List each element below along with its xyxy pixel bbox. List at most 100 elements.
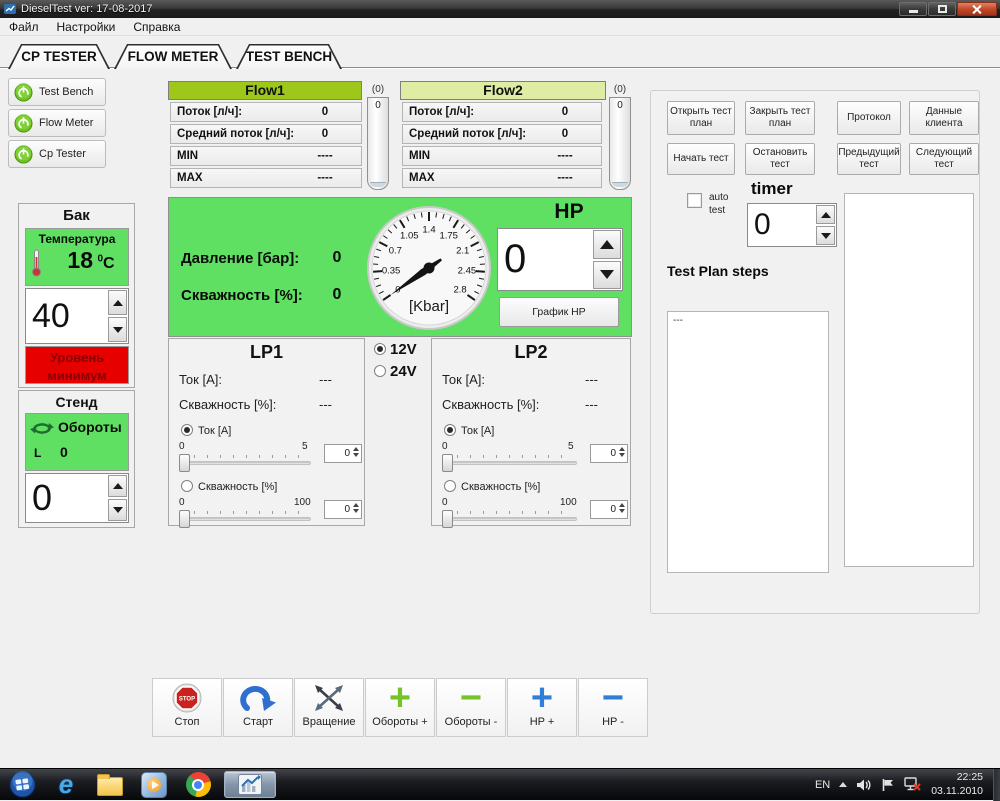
tab-flow-meter[interactable]: FLOW METER <box>114 44 232 69</box>
lp1-current-slider[interactable] <box>179 461 311 465</box>
start-test-button[interactable]: Начать тест <box>667 143 735 175</box>
maximize-button[interactable] <box>928 2 956 16</box>
sidebar-button-cp-tester[interactable]: Cp Tester <box>8 140 106 168</box>
media-player-icon[interactable] <box>132 769 176 801</box>
lp1-duty-radio[interactable]: Скважность [%] <box>181 480 277 493</box>
radio-label: Скважность [%] <box>461 481 540 493</box>
maximize-icon <box>938 5 947 13</box>
lp1-duty-slider[interactable] <box>179 517 311 521</box>
sidebar-button-test-bench[interactable]: Test Bench <box>8 78 106 106</box>
spin-up-button[interactable] <box>816 205 835 224</box>
windows-explorer-icon[interactable] <box>88 769 132 801</box>
hp-minus-button[interactable]: − HP - <box>578 678 648 737</box>
lp2-duty-radio[interactable]: Скважность [%] <box>444 480 540 493</box>
start-button-orb[interactable] <box>0 769 44 801</box>
toolbar-button-label: HP + <box>530 716 555 728</box>
show-desktop-button[interactable] <box>993 769 1000 801</box>
voltage-12v-label: 12V <box>390 341 417 358</box>
action-center-flag-icon[interactable] <box>881 778 895 792</box>
lp2-current-radio[interactable]: Ток [A] <box>444 424 494 437</box>
test-result-list[interactable] <box>844 193 974 567</box>
close-button[interactable] <box>957 2 997 16</box>
lp1-current-mini-spinner[interactable]: 0 <box>324 444 362 463</box>
dieseltest-window: DieselTest ver: 17-08-2017 Файл Настройк… <box>0 0 1000 800</box>
auto-test-checkbox[interactable] <box>687 193 702 208</box>
client-data-button[interactable]: Данные клиента <box>909 101 979 135</box>
rpm-plus-button[interactable]: + Обороты + <box>365 678 435 737</box>
close-test-plan-button[interactable]: Закрыть тест план <box>745 101 815 135</box>
start-button[interactable]: Старт <box>223 678 293 737</box>
row-label: Поток [л/ч]: <box>409 106 474 118</box>
duty-label: Скважность [%]: <box>179 397 276 412</box>
row-value: ---- <box>537 172 593 184</box>
protocol-button[interactable]: Протокол <box>837 101 901 135</box>
hp-setpoint-value[interactable]: 0 <box>498 229 592 290</box>
menu-help[interactable]: Справка <box>124 20 189 34</box>
next-test-button[interactable]: Следующий тест <box>909 143 979 175</box>
lp2-duty-slider[interactable] <box>442 517 577 521</box>
internet-explorer-icon[interactable]: e <box>44 769 88 801</box>
voltage-12v-radio[interactable]: 12V <box>374 341 417 358</box>
tray-expand-icon[interactable] <box>839 782 847 787</box>
slider-ticks <box>444 455 574 458</box>
menu-file[interactable]: Файл <box>0 20 48 34</box>
gauge-tick-label: 0.35 <box>382 265 401 276</box>
dieseltest-taskbar-button[interactable] <box>224 771 276 798</box>
arrow-up-icon <box>113 300 123 306</box>
slider-thumb[interactable] <box>179 510 190 528</box>
slider-thumb[interactable] <box>442 454 453 472</box>
minimize-button[interactable] <box>899 2 927 16</box>
lp1-current-radio[interactable]: Ток [A] <box>181 424 231 437</box>
chrome-icon[interactable] <box>176 769 220 801</box>
rotation-button[interactable]: Вращение <box>294 678 364 737</box>
open-test-plan-button[interactable]: Открыть тест план <box>667 101 735 135</box>
spin-down-button[interactable] <box>816 226 835 245</box>
network-disconnected-icon[interactable] <box>904 777 922 792</box>
tank-setpoint-value[interactable]: 40 <box>26 289 107 343</box>
hp-plus-button[interactable]: + HP + <box>507 678 577 737</box>
row-value: 0 <box>297 128 353 140</box>
lp2-current-slider[interactable] <box>442 461 577 465</box>
stop-test-button[interactable]: Остановить тест <box>745 143 815 175</box>
spin-up-button[interactable] <box>108 475 127 497</box>
radio-icon <box>444 424 456 436</box>
slider-thumb[interactable] <box>442 510 453 528</box>
hp-graph-button[interactable]: График HP <box>499 297 619 327</box>
plus-blue-icon: + <box>531 681 553 715</box>
menu-settings[interactable]: Настройки <box>48 20 125 34</box>
language-indicator[interactable]: EN <box>815 779 830 791</box>
lp1-duty-mini-spinner[interactable]: 0 <box>324 500 362 519</box>
lp2-current-mini-spinner[interactable]: 0 <box>590 444 628 463</box>
tab-test-bench[interactable]: TEST BENCH <box>236 44 342 69</box>
stop-button[interactable]: STOP Стоп <box>152 678 222 737</box>
test-plan-steps-list[interactable]: --- <box>667 311 829 573</box>
step-item[interactable]: --- <box>673 315 823 326</box>
mini-spin-arrows <box>353 503 359 513</box>
row-label: MIN <box>177 150 198 162</box>
voltage-24v-radio[interactable]: 24V <box>374 363 417 380</box>
tab-strip: CP TESTER FLOW METER TEST BENCH <box>8 44 346 69</box>
flow2-tube-gauge: 0 <box>609 97 631 190</box>
flow1-max-row: MAX ---- <box>170 168 362 188</box>
flow1-tube-label: (0) <box>364 84 392 95</box>
spin-up-button[interactable] <box>108 290 127 315</box>
spin-down-button[interactable] <box>108 317 127 342</box>
slider-ticks <box>181 511 309 514</box>
sidebar-button-label: Flow Meter <box>39 117 93 129</box>
rpm-minus-button[interactable]: − Обороты - <box>436 678 506 737</box>
tab-cp-tester[interactable]: CP TESTER <box>8 44 110 69</box>
clock[interactable]: 22:25 03.11.2010 <box>931 771 983 797</box>
spin-down-button[interactable] <box>593 261 621 290</box>
volume-icon[interactable] <box>856 778 872 792</box>
timer-value[interactable]: 0 <box>748 204 815 246</box>
spin-down-button[interactable] <box>108 499 127 521</box>
spin-up-button[interactable] <box>593 230 621 259</box>
stand-setpoint-value[interactable]: 0 <box>26 474 107 522</box>
lp2-duty-mini-spinner[interactable]: 0 <box>590 500 628 519</box>
slider-thumb[interactable] <box>179 454 190 472</box>
sidebar-button-flow-meter[interactable]: Flow Meter <box>8 109 106 137</box>
arrow-up-icon <box>821 212 831 218</box>
power-icon <box>14 145 33 164</box>
gauge-tick-label: 1.75 <box>439 230 458 241</box>
previous-test-button[interactable]: Предыдущий тест <box>837 143 901 175</box>
